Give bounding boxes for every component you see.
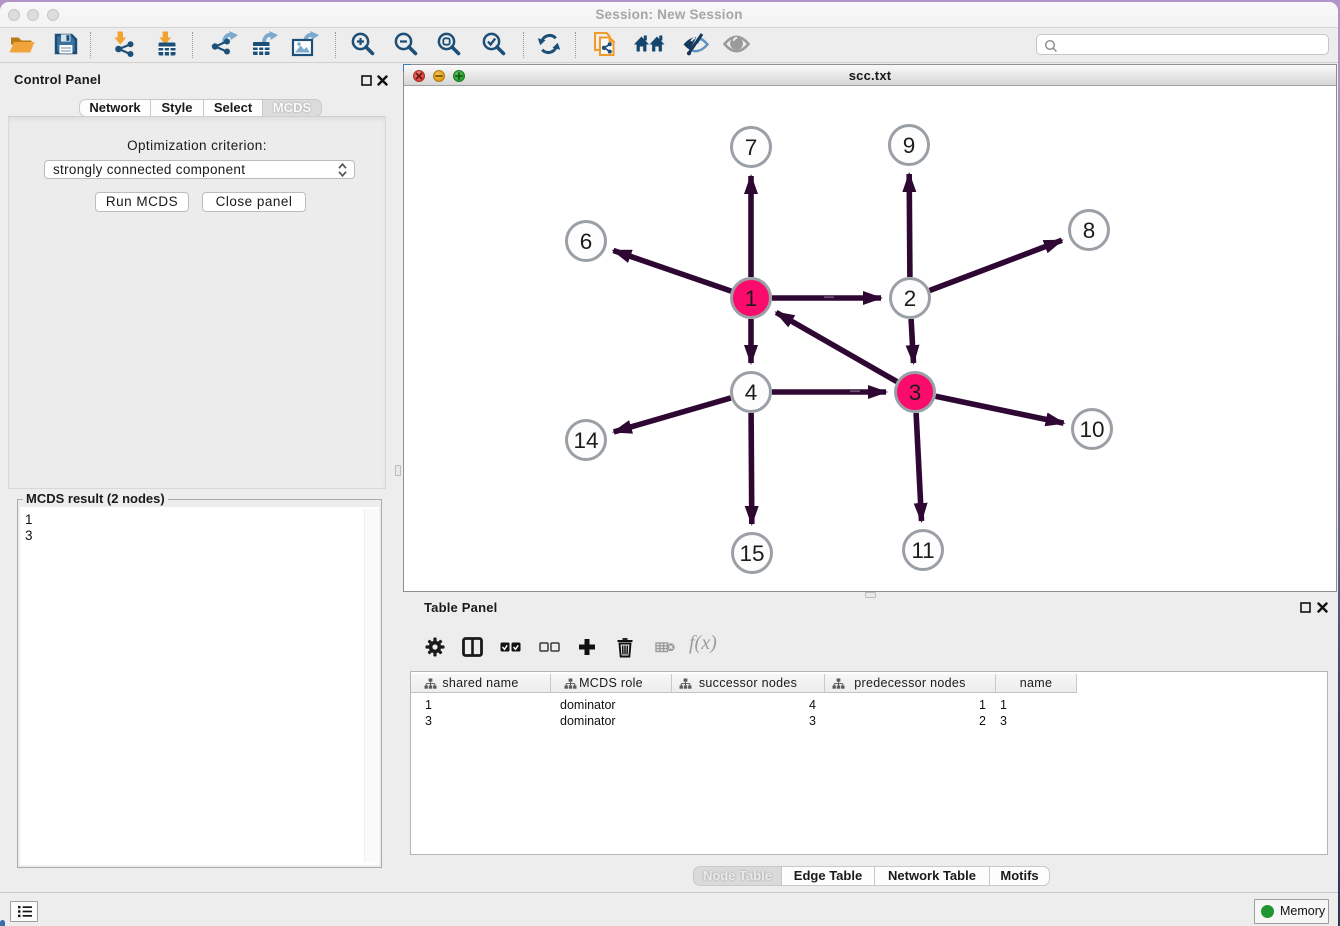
svg-text:6: 6: [580, 229, 593, 254]
svg-text:3: 3: [909, 380, 922, 405]
svg-text:9: 9: [903, 133, 916, 158]
svg-text:1: 1: [745, 286, 758, 311]
svg-text:2: 2: [904, 286, 917, 311]
svg-text:7: 7: [745, 135, 758, 160]
svg-text:4: 4: [745, 380, 758, 405]
svg-text:11: 11: [911, 538, 934, 563]
svg-text:8: 8: [1083, 218, 1096, 243]
svg-text:15: 15: [739, 541, 764, 566]
svg-text:10: 10: [1079, 417, 1104, 442]
svg-text:14: 14: [573, 428, 598, 453]
